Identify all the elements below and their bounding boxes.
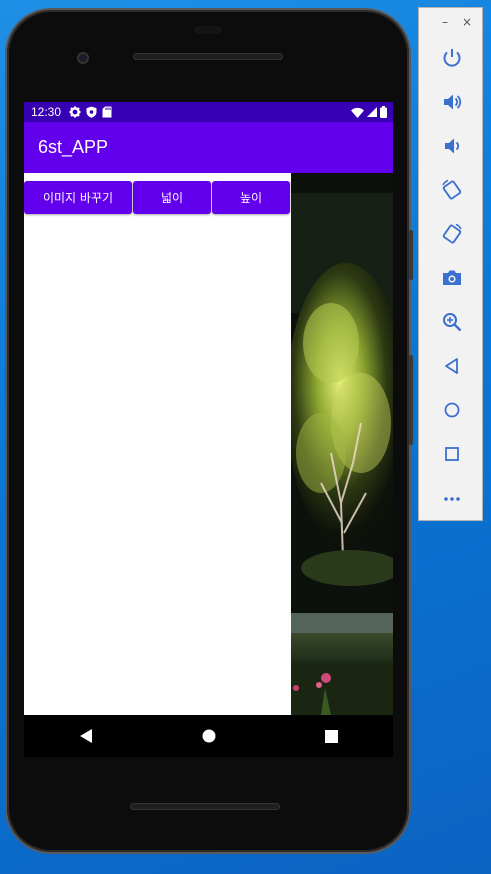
back-button[interactable] <box>419 344 484 388</box>
wifi-icon <box>351 107 364 118</box>
nav-home-icon[interactable] <box>202 729 216 743</box>
zoom-button[interactable] <box>419 300 484 344</box>
bottom-speaker <box>130 803 280 810</box>
panel-window-controls: – × <box>419 8 482 36</box>
home-button[interactable] <box>419 388 484 432</box>
width-button[interactable]: 넓이 <box>133 181 211 214</box>
status-bar: 12:30 <box>24 102 393 122</box>
home-icon <box>444 402 459 418</box>
height-button[interactable]: 높이 <box>212 181 290 214</box>
power-icon <box>443 49 460 67</box>
app-toolbar: 6st_APP <box>24 122 393 173</box>
sd-card-icon <box>102 106 112 118</box>
earpiece-cap <box>194 26 222 34</box>
app-title: 6st_APP <box>38 137 109 157</box>
camera-icon <box>442 270 461 285</box>
nav-back-icon[interactable] <box>79 728 93 744</box>
more-icon <box>443 497 460 501</box>
change-image-button[interactable]: 이미지 바꾸기 <box>24 181 132 214</box>
top-speaker <box>133 53 283 60</box>
back-icon <box>444 358 458 374</box>
rotate-right-icon <box>442 223 462 244</box>
battery-icon <box>380 106 387 118</box>
more-button[interactable] <box>419 476 484 520</box>
cell-signal-icon <box>367 107 377 117</box>
status-time: 12:30 <box>31 105 62 119</box>
settings-gear-icon <box>69 106 81 118</box>
front-camera <box>77 52 89 64</box>
android-nav-bar <box>24 715 393 757</box>
zoom-icon <box>442 313 461 332</box>
minimize-button[interactable]: – <box>442 15 448 29</box>
screenshot-button[interactable] <box>419 256 484 300</box>
rotate-left-icon <box>441 179 461 200</box>
overview-icon <box>444 447 459 461</box>
garden-tree-image <box>291 173 393 715</box>
volume-down-button[interactable] <box>419 124 484 168</box>
volume-up-icon <box>443 94 461 110</box>
device-screen: 12:30 6st_APP 이미지 바꾸기 넓이 높이 <box>24 102 393 715</box>
volume-up-button[interactable] <box>419 80 484 124</box>
nav-overview-icon[interactable] <box>325 729 339 743</box>
app-content: 이미지 바꾸기 넓이 높이 <box>24 173 393 715</box>
rotate-left-button[interactable] <box>419 168 484 212</box>
volume-down-icon <box>444 138 459 154</box>
rotate-right-button[interactable] <box>419 212 484 256</box>
phone-power-button <box>409 230 413 280</box>
power-button[interactable] <box>419 36 484 80</box>
overview-button[interactable] <box>419 432 484 476</box>
close-button[interactable]: × <box>462 15 472 29</box>
emulator-control-panel: – × <box>418 7 483 521</box>
shield-icon <box>86 106 97 118</box>
phone-volume-button <box>409 355 413 445</box>
